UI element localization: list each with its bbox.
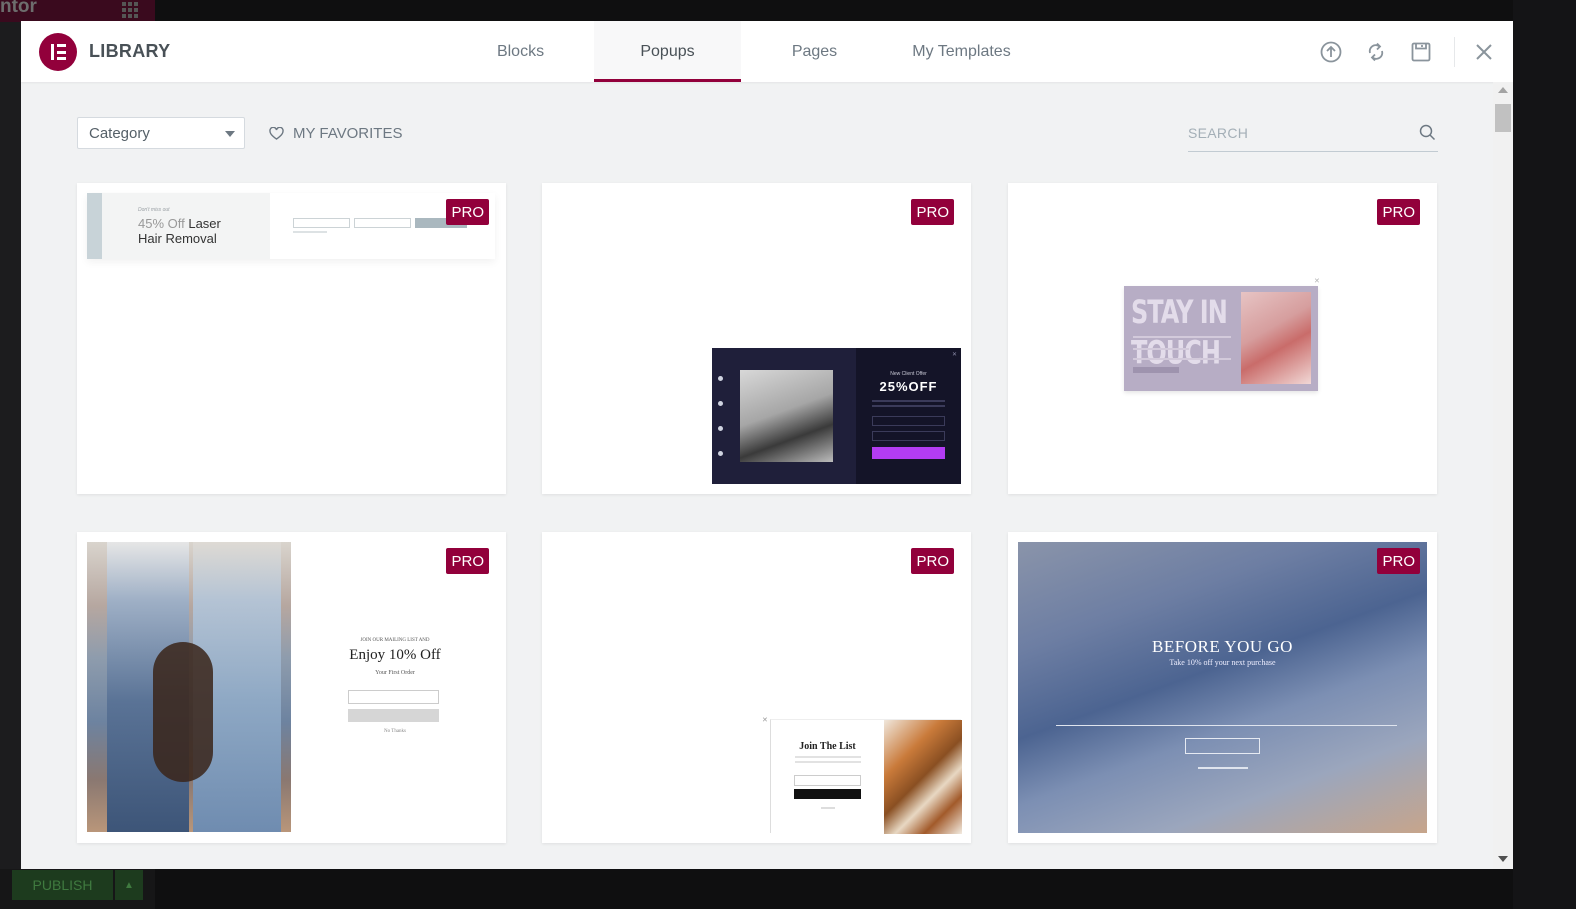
preview-kicker: New Client Offer <box>890 371 927 377</box>
library-tabs: Blocks Popups Pages My Templates <box>447 21 1035 82</box>
category-dropdown-value: Category <box>89 124 150 142</box>
preview-kicker: Don't miss out <box>138 207 170 213</box>
scroll-up-icon[interactable] <box>1498 87 1508 93</box>
scroll-down-icon[interactable] <box>1498 856 1508 862</box>
save-icon <box>1411 42 1431 62</box>
preview-subtitle: Take 10% off your next purchase <box>1169 658 1276 667</box>
template-card-25-off[interactable]: PRO ✕ New Client Offer 25%OFF <box>542 183 971 494</box>
tab-pages[interactable]: Pages <box>741 21 888 82</box>
template-library-modal: LIBRARY Blocks Popups Pages My Templates <box>21 21 1513 869</box>
apps-grid-icon[interactable] <box>122 2 138 18</box>
category-dropdown[interactable]: Category <box>77 117 245 149</box>
template-card-before-you-go[interactable]: PRO BEFORE YOU GO Take 10% off your next… <box>1008 532 1437 843</box>
youtube-icon <box>718 451 723 456</box>
facebook-icon <box>718 426 723 431</box>
template-preview: ✕ New Client Offer 25%OFF <box>712 348 961 484</box>
publish-button[interactable]: PUBLISH <box>12 870 113 900</box>
preview-photo <box>884 720 962 834</box>
pro-badge: PRO <box>911 548 954 574</box>
editor-canvas-edge <box>1513 0 1576 909</box>
template-preview: STAY IN TOUCH <box>1124 286 1318 391</box>
heart-icon <box>269 126 284 140</box>
tab-my-templates[interactable]: My Templates <box>888 21 1035 82</box>
my-favorites-label: MY FAVORITES <box>293 124 403 142</box>
preview-title: 45% Off Laser Hair Removal <box>138 216 221 246</box>
template-card-laser-hair-removal[interactable]: PRO Don't miss out 45% Off Laser Hair Re… <box>77 183 506 494</box>
library-header: LIBRARY Blocks Popups Pages My Templates <box>21 21 1513 82</box>
tab-popups[interactable]: Popups <box>594 21 741 82</box>
close-icon <box>1476 44 1492 60</box>
close-library-button[interactable] <box>1472 40 1496 64</box>
search-icon[interactable] <box>1419 124 1436 141</box>
twitter-icon <box>718 376 723 381</box>
library-title: LIBRARY <box>89 41 171 61</box>
scrollbar-thumb[interactable] <box>1495 104 1511 132</box>
preview-title: 25%OFF <box>879 379 938 394</box>
editor-topbar: ntor <box>0 0 155 22</box>
pro-badge: PRO <box>1377 548 1420 574</box>
template-card-enjoy-10-off[interactable]: PRO JOIN OUR MAILING LIST AND Enjoy 10% … <box>77 532 506 843</box>
elementor-logo-icon <box>39 33 77 71</box>
instagram-icon <box>718 401 723 406</box>
template-card-stay-in-touch[interactable]: PRO ✕ STAY IN TOUCH <box>1008 183 1437 494</box>
preview-subtitle: Your First Order <box>375 670 415 676</box>
preview-title: BEFORE YOU GO <box>1152 637 1293 656</box>
template-preview: Don't miss out 45% Off Laser Hair Remova… <box>87 193 495 259</box>
preview-close-icon: ✕ <box>1314 278 1320 285</box>
sync-icon <box>1368 42 1384 62</box>
preview-title: Enjoy 10% Off <box>349 647 441 663</box>
sync-library-button[interactable] <box>1364 40 1388 64</box>
library-scrollbar[interactable] <box>1493 82 1513 869</box>
pro-badge: PRO <box>911 199 954 225</box>
pro-badge: PRO <box>1377 199 1420 225</box>
template-preview: Join The List <box>770 719 962 834</box>
preview-photo <box>87 542 291 832</box>
preview-photo <box>740 370 833 462</box>
tab-blocks[interactable]: Blocks <box>447 21 594 82</box>
chevron-down-icon <box>225 131 235 137</box>
preview-photo <box>1241 292 1311 384</box>
pro-badge: PRO <box>446 199 489 225</box>
my-favorites-filter[interactable]: MY FAVORITES <box>269 122 402 144</box>
search-box <box>1188 117 1438 152</box>
search-input[interactable] <box>1188 121 1408 145</box>
publish-options-button[interactable]: ▲ <box>115 870 143 900</box>
header-divider <box>1454 37 1455 67</box>
preview-kicker: JOIN OUR MAILING LIST AND <box>360 638 430 643</box>
save-template-button[interactable] <box>1409 40 1433 64</box>
upload-icon <box>1320 41 1342 63</box>
preview-close-icon: ✕ <box>762 717 768 724</box>
import-template-button[interactable] <box>1319 40 1343 64</box>
preview-footer: No Thanks <box>384 729 406 734</box>
preview-title: Join The List <box>799 741 856 752</box>
editor-logo-text: ntor <box>0 0 37 17</box>
template-preview: BEFORE YOU GO Take 10% off your next pur… <box>1018 542 1427 833</box>
template-card-join-the-list[interactable]: PRO ✕ Join The List <box>542 532 971 843</box>
preview-close-icon: ✕ <box>951 352 957 358</box>
pro-badge: PRO <box>446 548 489 574</box>
editor-left-panel <box>0 22 21 909</box>
